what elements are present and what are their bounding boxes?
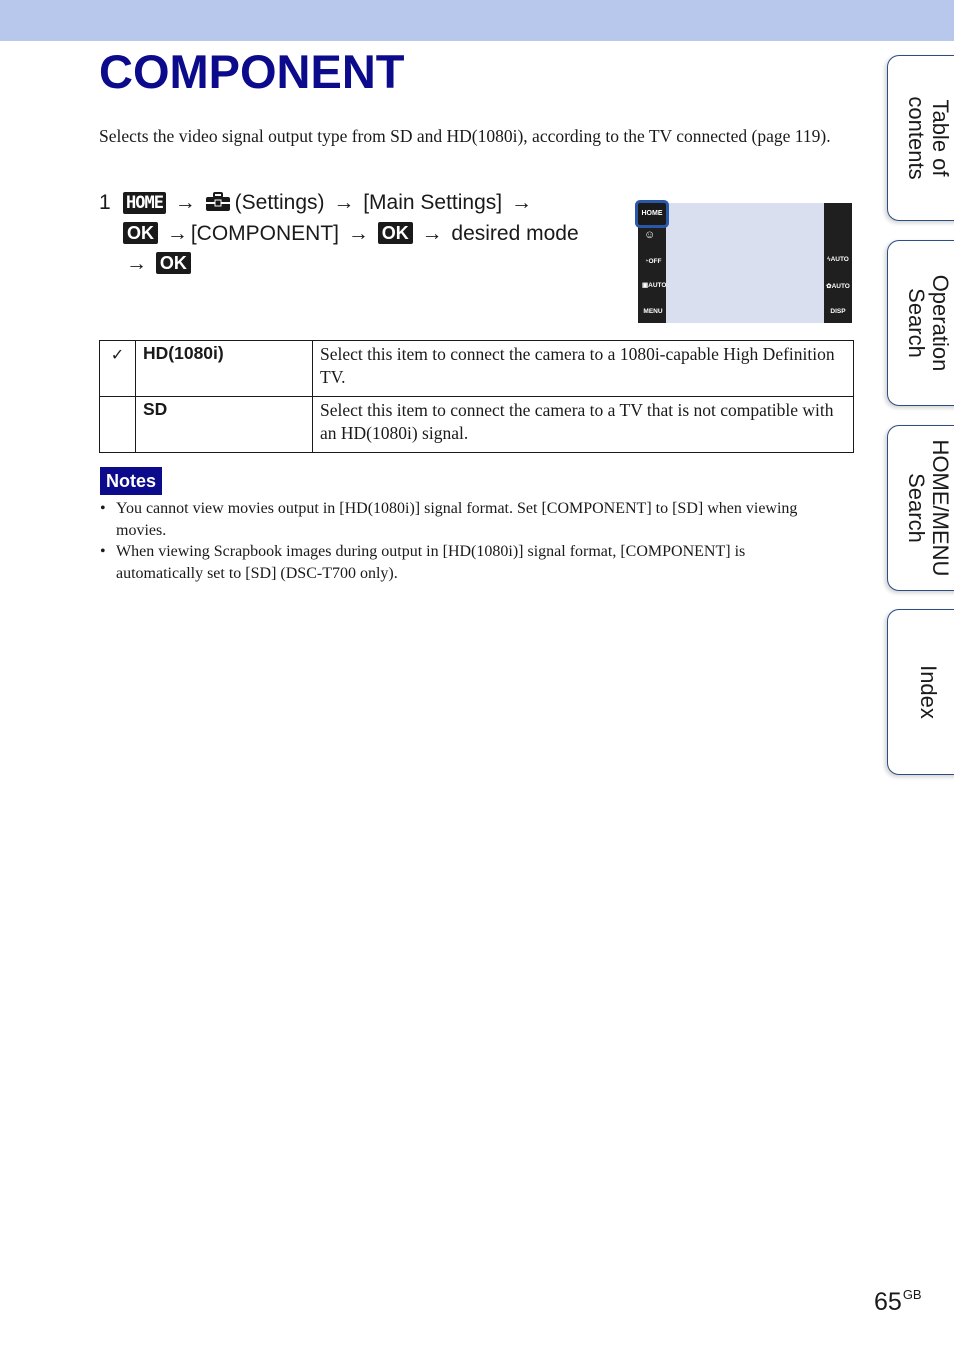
tab-label: Index [916,665,941,719]
list-item: When viewing Scrapbook images during out… [99,541,819,584]
settings-label: (Settings) [234,191,325,214]
desired-mode-label: desired mode [451,221,579,245]
intro-text: Selects the video signal output type fro… [99,126,831,146]
arrow-icon: → [421,221,443,245]
tab-label: contents [904,96,929,180]
check-icon [99,396,136,453]
option-name: HD(1080i) [135,340,313,397]
scene-auto-icon: ▣AUTO [642,282,667,289]
option-description: Select this item to connect the camera t… [312,396,854,453]
component-label: [COMPONENT] [190,221,340,245]
notes-badge: Notes [100,467,163,495]
step-instructions: 1 HOME → (Settings) → [Main Settings] → … [99,188,619,280]
options-table: ✓ HD(1080i) Select this item to connect … [99,340,854,453]
flash-auto-icon: ϟAUTO [827,256,849,263]
lcd-display-area [666,203,824,323]
arrow-icon: → [166,221,188,245]
tab-label: Search [904,473,929,543]
disp-icon: DISP [830,308,846,315]
table-row: SD Select this item to connect the camer… [99,396,854,453]
tab-operation-search[interactable]: Operation Search [887,240,954,406]
list-item: You cannot view movies output in [HD(108… [99,498,819,541]
tab-index[interactable]: Index [887,609,954,775]
arrow-icon: → [347,221,369,245]
smile-shutter-icon: ☺ [644,229,656,241]
macro-auto-icon: ✿AUTO [826,283,850,290]
option-name: SD [135,396,313,453]
tab-home-menu-search[interactable]: HOME/MENU Search [887,425,954,591]
notes-list: You cannot view movies output in [HD(108… [99,498,819,584]
ok-key-icon: OK [123,221,158,244]
page-number: 65GB [874,1287,922,1316]
main-settings-label: [Main Settings] [363,191,503,214]
tab-label: Table of [928,99,953,177]
page-suffix: GB [902,1287,922,1302]
arrow-icon: → [174,191,196,214]
toolbox-settings-icon [205,192,230,211]
tab-label: HOME/MENU [928,439,953,577]
arrow-icon: → [510,191,532,214]
check-icon: ✓ [99,340,136,397]
ok-key-icon: OK [377,221,413,244]
home-button-icon: HOME [635,200,669,228]
table-row: ✓ HD(1080i) Select this item to connect … [99,340,854,397]
tab-table-of-contents[interactable]: Table of contents [887,55,954,221]
option-description: Select this item to connect the camera t… [312,340,854,397]
arrow-icon: → [126,252,147,275]
ok-key-icon: OK [155,252,191,274]
menu-icon: MENU [643,308,663,315]
header-band [0,0,954,41]
step-number: 1 [99,191,111,214]
page-title: COMPONENT [99,45,405,98]
tab-label: Operation [928,274,953,372]
self-timer-off-icon: ◔OFF [644,258,662,265]
arrow-icon: → [333,191,355,214]
camera-screen-illustration: HOME ☺ ◔OFF ▣AUTO MENU ϟAUTO ✿AUTO DISP [635,200,852,323]
home-key-icon: HOME [123,192,166,214]
tab-label: Search [904,288,929,358]
